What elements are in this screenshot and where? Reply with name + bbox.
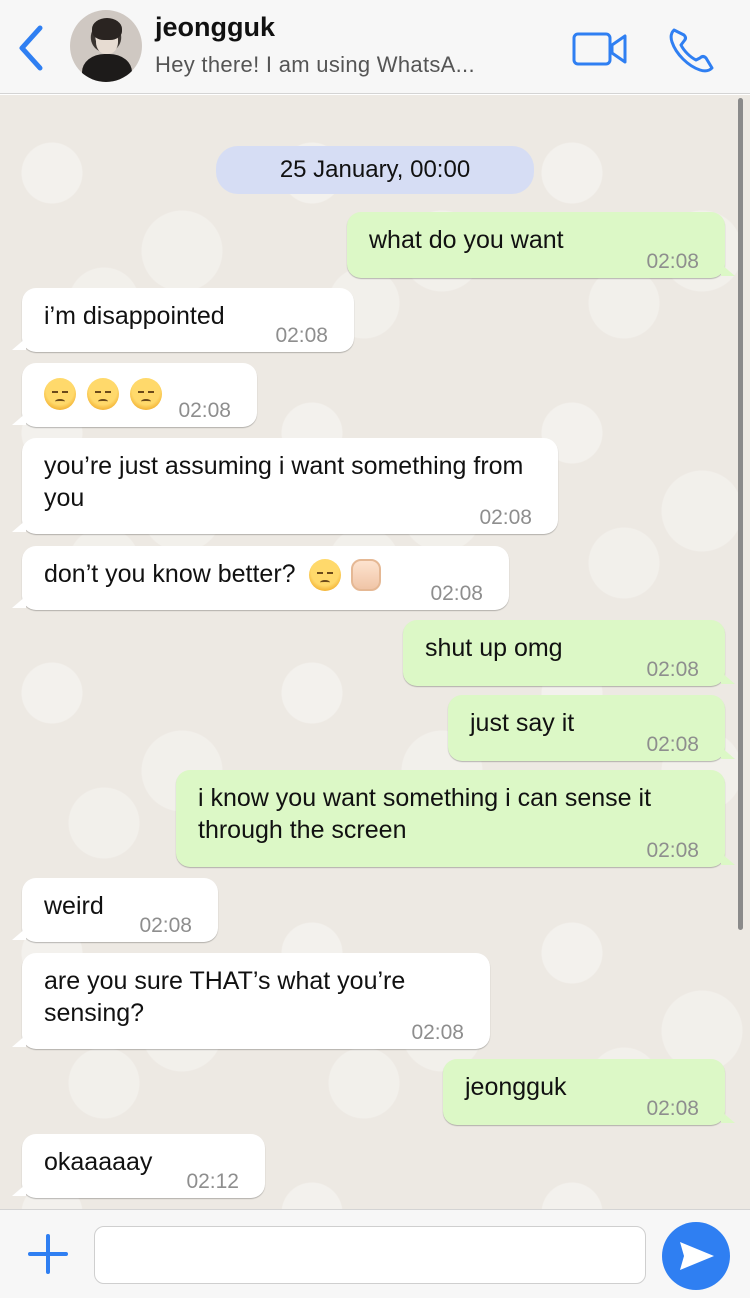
message-text-row: don’t you know better? — [44, 558, 489, 592]
contact-name[interactable]: jeongguk — [155, 12, 275, 43]
message-input[interactable] — [94, 1226, 646, 1284]
message-time: 02:08 — [646, 733, 699, 756]
chat-scrollbar[interactable] — [738, 98, 743, 930]
video-camera-icon — [572, 32, 627, 66]
phone-icon — [669, 28, 714, 73]
message-bubble[interactable]: are you sure THAT’s what you’re sensing?… — [12, 953, 490, 1049]
message-time: 02:08 — [646, 250, 699, 273]
message-time: 02:08 — [139, 914, 192, 937]
attach-button[interactable] — [26, 1232, 70, 1276]
message-time: 02:08 — [646, 839, 699, 862]
message-time: 02:08 — [411, 1021, 464, 1044]
back-button[interactable] — [12, 22, 52, 74]
message-bubble[interactable]: don’t you know better? 02:08 — [12, 546, 509, 610]
send-button[interactable] — [662, 1222, 730, 1290]
message-time: 02:08 — [646, 658, 699, 681]
message-bubble[interactable]: you’re just assuming i want something fr… — [12, 438, 558, 534]
pensive-face-icon — [308, 559, 341, 592]
message-text: don’t you know better? — [44, 560, 296, 588]
send-arrow-icon — [680, 1242, 714, 1270]
message-bubble[interactable]: i’m disappointed 02:08 — [12, 288, 354, 352]
message-time: 02:08 — [430, 582, 483, 605]
message-bubble[interactable]: 02:08 — [12, 363, 257, 427]
message-text: are you sure THAT’s what you’re sensing? — [44, 967, 406, 1027]
pensive-face-icon — [86, 378, 119, 411]
message-bubble[interactable]: what do you want 02:08 — [347, 212, 735, 278]
composer-bar — [0, 1209, 750, 1298]
message-time: 02:08 — [178, 399, 231, 422]
contact-status[interactable]: Hey there! I am using WhatsA... — [155, 52, 475, 78]
message-bubble[interactable]: shut up omg 02:08 — [403, 620, 735, 686]
message-time: 02:12 — [186, 1170, 239, 1193]
chat-header: jeongguk Hey there! I am using WhatsA... — [0, 0, 750, 94]
plus-icon — [28, 1234, 68, 1274]
message-bubble[interactable]: weird 02:08 — [12, 878, 218, 942]
message-time: 02:08 — [275, 324, 328, 347]
chevron-left-icon — [19, 25, 43, 71]
message-bubble[interactable]: jeongguk 02:08 — [443, 1059, 735, 1125]
message-time: 02:08 — [646, 1097, 699, 1120]
message-time: 02:08 — [479, 506, 532, 529]
message-text: you’re just assuming i want something fr… — [44, 452, 524, 512]
date-divider: 25 January, 00:00 — [216, 146, 534, 194]
pensive-face-icon — [44, 378, 76, 411]
voice-call-button[interactable] — [666, 24, 718, 74]
pensive-face-icon — [129, 378, 162, 411]
avatar[interactable] — [70, 10, 142, 82]
video-call-button[interactable] — [572, 30, 628, 68]
message-bubble[interactable]: i know you want something i can sense it… — [176, 770, 735, 867]
message-bubble[interactable]: just say it 02:08 — [448, 695, 735, 761]
message-bubble[interactable]: okaaaaay 02:12 — [12, 1134, 265, 1198]
raised-fist-icon — [351, 559, 382, 592]
message-text: i know you want something i can sense it… — [198, 784, 652, 844]
